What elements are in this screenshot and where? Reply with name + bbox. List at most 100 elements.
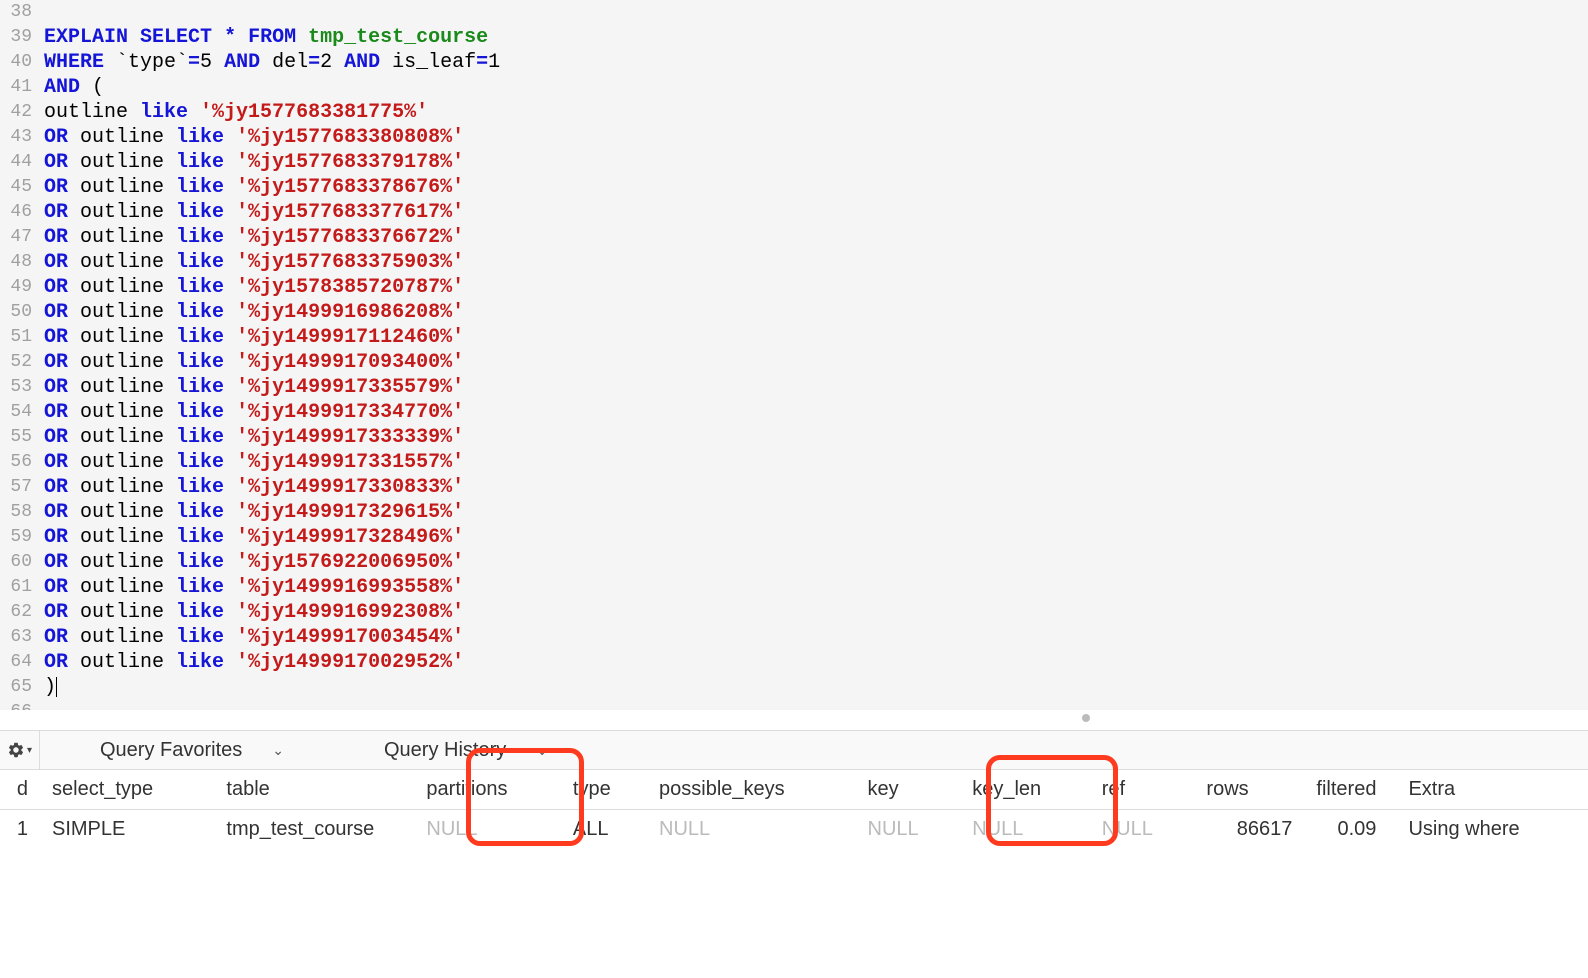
editor-line[interactable]: 51OR outline like '%jy1499917112460%': [0, 325, 1588, 350]
col-id[interactable]: d: [0, 770, 40, 810]
editor-line[interactable]: 38: [0, 0, 1588, 25]
code-content[interactable]: [38, 0, 1588, 25]
line-number: 52: [0, 350, 38, 375]
text-cursor: [56, 677, 57, 697]
code-content[interactable]: OR outline like '%jy1577683378676%': [38, 175, 1588, 200]
line-number: 59: [0, 525, 38, 550]
code-content[interactable]: OR outline like '%jy1577683376672%': [38, 225, 1588, 250]
editor-line[interactable]: 52OR outline like '%jy1499917093400%': [0, 350, 1588, 375]
code-content[interactable]: OR outline like '%jy1499917334770%': [38, 400, 1588, 425]
query-history-dropdown[interactable]: Query History ⌄: [354, 739, 578, 762]
line-number: 41: [0, 75, 38, 100]
code-content[interactable]: AND (: [38, 75, 1588, 100]
editor-line[interactable]: 55OR outline like '%jy1499917333339%': [0, 425, 1588, 450]
code-content[interactable]: OR outline like '%jy1576922006950%': [38, 550, 1588, 575]
editor-line[interactable]: 47OR outline like '%jy1577683376672%': [0, 225, 1588, 250]
line-number: 53: [0, 375, 38, 400]
code-content[interactable]: OR outline like '%jy1577683379178%': [38, 150, 1588, 175]
editor-line[interactable]: 49OR outline like '%jy1578385720787%': [0, 275, 1588, 300]
code-content[interactable]: OR outline like '%jy1499917328496%': [38, 525, 1588, 550]
line-number: 49: [0, 275, 38, 300]
line-number: 61: [0, 575, 38, 600]
col-key[interactable]: key: [856, 770, 961, 810]
editor-line[interactable]: 61OR outline like '%jy1499916993558%': [0, 575, 1588, 600]
editor-line[interactable]: 59OR outline like '%jy1499917328496%': [0, 525, 1588, 550]
code-content[interactable]: OR outline like '%jy1499917112460%': [38, 325, 1588, 350]
line-number: 46: [0, 200, 38, 225]
line-number: 48: [0, 250, 38, 275]
editor-line[interactable]: 48OR outline like '%jy1577683375903%': [0, 250, 1588, 275]
col-possible-keys[interactable]: possible_keys: [647, 770, 855, 810]
editor-line[interactable]: 58OR outline like '%jy1499917329615%': [0, 500, 1588, 525]
gear-icon: [7, 741, 25, 759]
cell-extra: Using where: [1388, 810, 1588, 850]
code-content[interactable]: OR outline like '%jy1577683380808%': [38, 125, 1588, 150]
code-content[interactable]: OR outline like '%jy1499917330833%': [38, 475, 1588, 500]
editor-line[interactable]: 65): [0, 675, 1588, 700]
code-content[interactable]: OR outline like '%jy1577683375903%': [38, 250, 1588, 275]
code-content[interactable]: OR outline like '%jy1577683377617%': [38, 200, 1588, 225]
code-content[interactable]: OR outline like '%jy1499917335579%': [38, 375, 1588, 400]
col-filtered[interactable]: filtered: [1304, 770, 1388, 810]
line-number: 44: [0, 150, 38, 175]
editor-line[interactable]: 43OR outline like '%jy1577683380808%': [0, 125, 1588, 150]
code-content[interactable]: OR outline like '%jy1499917331557%': [38, 450, 1588, 475]
editor-line[interactable]: 41AND (: [0, 75, 1588, 100]
editor-line[interactable]: 63OR outline like '%jy1499917003454%': [0, 625, 1588, 650]
editor-line[interactable]: 39EXPLAIN SELECT * FROM tmp_test_course: [0, 25, 1588, 50]
editor-line[interactable]: 57OR outline like '%jy1499917330833%': [0, 475, 1588, 500]
cell-table: tmp_test_course: [214, 810, 414, 850]
col-select-type[interactable]: select_type: [40, 770, 214, 810]
settings-button[interactable]: ▾: [0, 730, 40, 770]
code-content[interactable]: OR outline like '%jy1499917003454%': [38, 625, 1588, 650]
line-number: 58: [0, 500, 38, 525]
results-grid[interactable]: d select_type table partitions type poss…: [0, 770, 1588, 849]
editor-line[interactable]: 46OR outline like '%jy1577683377617%': [0, 200, 1588, 225]
code-content[interactable]: EXPLAIN SELECT * FROM tmp_test_course: [38, 25, 1588, 50]
editor-line[interactable]: 56OR outline like '%jy1499917331557%': [0, 450, 1588, 475]
col-key-len[interactable]: key_len: [960, 770, 1090, 810]
line-number: 42: [0, 100, 38, 125]
code-content[interactable]: outline like '%jy1577683381775%': [38, 100, 1588, 125]
query-favorites-dropdown[interactable]: Query Favorites ⌄: [70, 739, 314, 762]
col-type[interactable]: type: [561, 770, 647, 810]
col-partitions[interactable]: partitions: [414, 770, 561, 810]
editor-line[interactable]: 54OR outline like '%jy1499917334770%': [0, 400, 1588, 425]
editor-line[interactable]: 53OR outline like '%jy1499917335579%': [0, 375, 1588, 400]
code-content[interactable]: OR outline like '%jy1499916992308%': [38, 600, 1588, 625]
query-toolbar: ▾ Query Favorites ⌄ Query History ⌄: [0, 730, 1588, 770]
code-content[interactable]: WHERE `type`=5 AND del=2 AND is_leaf=1: [38, 50, 1588, 75]
editor-line[interactable]: 45OR outline like '%jy1577683378676%': [0, 175, 1588, 200]
code-content[interactable]: [38, 700, 1588, 710]
line-number: 40: [0, 50, 38, 75]
code-content[interactable]: ): [38, 675, 1588, 700]
editor-line[interactable]: 64OR outline like '%jy1499917002952%': [0, 650, 1588, 675]
editor-line[interactable]: 44OR outline like '%jy1577683379178%': [0, 150, 1588, 175]
code-content[interactable]: OR outline like '%jy1499917002952%': [38, 650, 1588, 675]
chevron-down-icon: ⌄: [272, 742, 284, 759]
cell-type: ALL: [561, 810, 647, 850]
code-content[interactable]: OR outline like '%jy1499916993558%': [38, 575, 1588, 600]
line-number: 65: [0, 675, 38, 700]
code-content[interactable]: OR outline like '%jy1499917329615%': [38, 500, 1588, 525]
table-row[interactable]: 1 SIMPLE tmp_test_course NULL ALL NULL N…: [0, 810, 1588, 850]
sql-editor[interactable]: 3839EXPLAIN SELECT * FROM tmp_test_cours…: [0, 0, 1588, 710]
editor-line[interactable]: 50OR outline like '%jy1499916986208%': [0, 300, 1588, 325]
cell-select-type: SIMPLE: [40, 810, 214, 850]
code-content[interactable]: OR outline like '%jy1499917093400%': [38, 350, 1588, 375]
line-number: 64: [0, 650, 38, 675]
col-table[interactable]: table: [214, 770, 414, 810]
code-content[interactable]: OR outline like '%jy1499916986208%': [38, 300, 1588, 325]
col-extra[interactable]: Extra: [1388, 770, 1588, 810]
query-favorites-label: Query Favorites: [100, 739, 242, 762]
col-rows[interactable]: rows: [1194, 770, 1304, 810]
editor-line[interactable]: 42outline like '%jy1577683381775%': [0, 100, 1588, 125]
editor-line[interactable]: 66: [0, 700, 1588, 710]
line-number: 55: [0, 425, 38, 450]
editor-line[interactable]: 60OR outline like '%jy1576922006950%': [0, 550, 1588, 575]
editor-line[interactable]: 62OR outline like '%jy1499916992308%': [0, 600, 1588, 625]
code-content[interactable]: OR outline like '%jy1499917333339%': [38, 425, 1588, 450]
editor-line[interactable]: 40WHERE `type`=5 AND del=2 AND is_leaf=1: [0, 50, 1588, 75]
code-content[interactable]: OR outline like '%jy1578385720787%': [38, 275, 1588, 300]
col-ref[interactable]: ref: [1090, 770, 1195, 810]
